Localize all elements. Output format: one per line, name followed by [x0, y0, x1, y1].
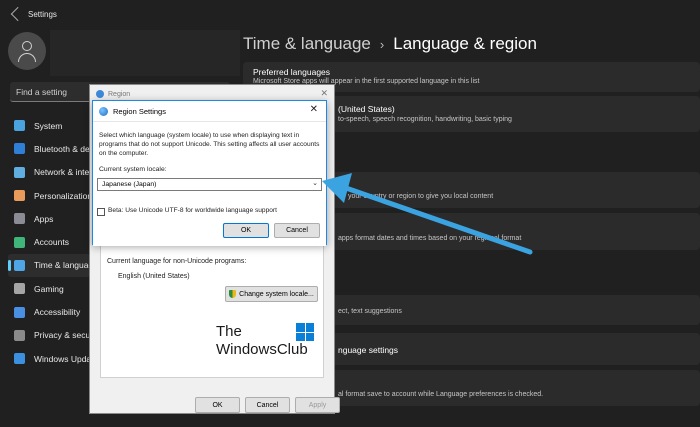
sidebar-item-label: Accessibility	[34, 307, 81, 318]
non-unicode-value: English (United States)	[118, 273, 190, 280]
person-body-icon	[18, 53, 36, 62]
windows-logo-icon	[296, 323, 314, 341]
avatar[interactable]	[8, 32, 46, 70]
intro-text: Select which language (system locale) to…	[99, 132, 320, 157]
globe-icon	[99, 106, 108, 116]
app-title: Settings	[28, 9, 57, 19]
card-description: your country or region to give you local…	[348, 193, 494, 200]
sidebar-item-label: Windows Update	[34, 353, 90, 364]
sidebar-item-label: Accounts	[34, 237, 69, 248]
button-label: OK	[240, 227, 252, 234]
close-icon[interactable]: ✕	[310, 104, 318, 115]
sidebar-item-privacy[interactable]: Privacy & security	[8, 324, 90, 347]
title-bar: Settings	[0, 0, 700, 28]
region-settings-body: Select which language (system locale) to…	[93, 121, 326, 246]
region-settings-titlebar: Region Settings ✕	[93, 101, 326, 121]
sidebar-item-accessibility[interactable]: Accessibility	[8, 300, 90, 323]
sidebar-item-label: Time & language	[34, 260, 90, 271]
watermark-line1: The	[216, 323, 242, 340]
accessibility-icon	[14, 306, 25, 318]
sidebar-item-time-language[interactable]: Time & language	[8, 253, 90, 278]
button-label: Change system locale...	[239, 290, 314, 298]
sidebar-item-bluetooth[interactable]: Bluetooth & devices	[8, 137, 90, 160]
button-label: OK	[212, 401, 223, 409]
person-head-icon	[22, 41, 32, 51]
non-unicode-label: Current language for non-Unicode program…	[107, 258, 247, 265]
globe-clock-icon	[14, 259, 25, 271]
card-description: al format save to account while Language…	[338, 391, 544, 398]
cancel-button[interactable]: Cancel	[274, 223, 320, 238]
sidebar-nav: System Bluetooth & devices Network & int…	[8, 114, 90, 370]
card-title: (United States)	[338, 104, 395, 114]
sidebar-item-label: Personalization	[34, 190, 90, 201]
button-label: Cancel	[256, 401, 279, 409]
update-icon	[14, 353, 25, 365]
change-system-locale-button[interactable]: Change system locale...	[225, 286, 318, 302]
apps-icon	[14, 213, 25, 225]
sidebar-item-label: Network & internet	[34, 167, 90, 178]
cancel-button[interactable]: Cancel	[245, 397, 290, 413]
breadcrumb-parent[interactable]: Time & language	[243, 34, 371, 54]
sidebar-item-label: Bluetooth & devices	[34, 143, 90, 154]
person-icon	[14, 236, 25, 248]
system-locale-label: Current system locale:	[99, 166, 167, 173]
chevron-down-icon: ⌄	[312, 180, 318, 187]
close-icon[interactable]: ✕	[320, 88, 328, 99]
watermark-line2: WindowsClub	[216, 341, 308, 358]
system-locale-select[interactable]: Japanese (Japan) ⌄	[97, 178, 322, 191]
utf8-beta-checkbox[interactable]	[97, 208, 105, 216]
shield-icon	[229, 290, 237, 298]
sidebar-item-apps[interactable]: Apps	[8, 207, 90, 230]
account-name-redacted	[50, 30, 240, 76]
breadcrumb: Time & language › Language & region	[243, 34, 537, 54]
monitor-icon	[14, 120, 25, 132]
sidebar-item-accounts[interactable]: Accounts	[8, 230, 90, 253]
sidebar-item-personalization[interactable]: Personalization	[8, 184, 90, 207]
sidebar-item-gaming[interactable]: Gaming	[8, 277, 90, 300]
region-settings-dialog: Region Settings ✕ Select which language …	[92, 100, 327, 246]
page-title: Language & region	[393, 34, 537, 53]
sidebar-item-label: Gaming	[34, 283, 64, 294]
region-settings-title: Region Settings	[113, 106, 166, 116]
button-label: Cancel	[286, 227, 308, 234]
shield-icon	[14, 329, 25, 341]
bluetooth-icon	[14, 143, 25, 155]
utf8-beta-label: Beta: Use Unicode UTF-8 for worldwide la…	[108, 207, 277, 214]
apply-button[interactable]: Apply	[295, 397, 340, 413]
gamepad-icon	[14, 283, 25, 295]
chevron-right-icon: ›	[379, 36, 385, 52]
sidebar-item-system[interactable]: System	[8, 114, 90, 137]
ok-button[interactable]: OK	[223, 223, 269, 238]
sidebar-item-label: Apps	[34, 213, 54, 224]
ok-button[interactable]: OK	[195, 397, 240, 413]
sidebar-item-label: System	[34, 120, 63, 131]
globe-icon	[96, 90, 104, 98]
wifi-icon	[14, 166, 25, 178]
system-locale-value: Japanese (Japan)	[102, 181, 157, 188]
card-description: to-speech, speech recognition, handwriti…	[338, 116, 512, 123]
search-placeholder: Find a setting	[16, 87, 68, 97]
region-dialog-title: Region	[108, 90, 131, 98]
card-description: apps format dates and times based on you…	[338, 235, 522, 242]
card-title: Preferred languages	[253, 67, 331, 77]
card-description: ect, text suggestions	[338, 308, 402, 315]
sidebar-item-windows-update[interactable]: Windows Update	[8, 347, 90, 370]
brush-icon	[14, 190, 25, 202]
card-title: nguage settings	[338, 345, 399, 355]
back-arrow-icon[interactable]	[10, 6, 25, 22]
sidebar-item-label: Privacy & security	[34, 330, 90, 341]
sidebar-item-network[interactable]: Network & internet	[8, 161, 90, 184]
button-label: Apply	[308, 401, 327, 409]
